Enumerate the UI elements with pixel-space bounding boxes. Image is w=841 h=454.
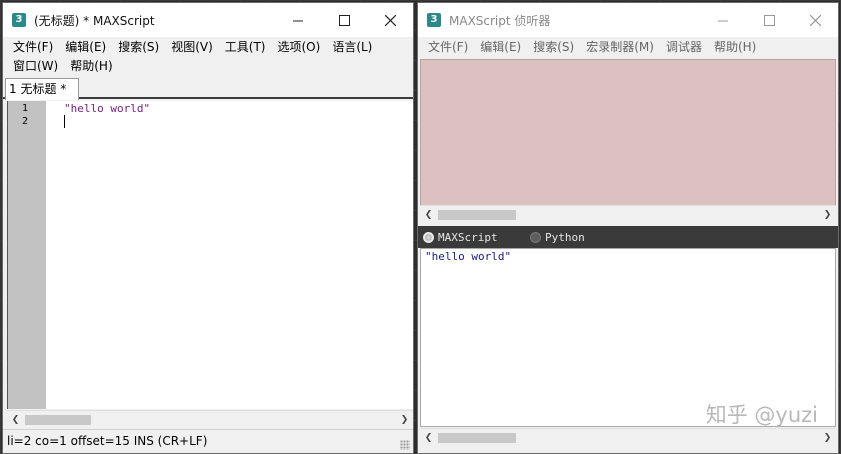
editor-horizontal-scrollbar[interactable]: ❮ ❯ <box>7 410 413 427</box>
maxscript-editor-window: 3 (无标题) * MAXScript 文件(F) 编辑(E) 搜索(S) 视图… <box>2 2 414 454</box>
scroll-thumb[interactable] <box>25 415 91 425</box>
text-caret <box>64 115 65 128</box>
minimize-icon <box>717 20 728 21</box>
scroll-right-arrow-icon[interactable]: ❯ <box>819 206 836 223</box>
editor-menubar: 文件(F) 编辑(E) 搜索(S) 视图(V) 工具(T) 选项(O) 语言(L… <box>3 37 413 75</box>
maximize-icon <box>338 14 350 26</box>
scroll-left-arrow-icon[interactable]: ❮ <box>7 411 24 428</box>
editor-title: (无标题) * MAXScript <box>34 13 155 28</box>
listener-menubar: 文件(F) 编辑(E) 搜索(S) 宏录制器(M) 调试器 帮助(H) <box>418 37 838 57</box>
menu-debugger[interactable]: 调试器 <box>660 37 708 57</box>
menu-search[interactable]: 搜索(S) <box>527 37 580 57</box>
minimize-icon <box>292 20 303 21</box>
close-icon <box>809 14 821 26</box>
line-number-gutter: 1 2 <box>8 101 46 409</box>
line-number: 1 <box>21 103 28 114</box>
minimize-button[interactable] <box>700 3 746 37</box>
editor-statusbar: li=2 co=1 offset=15 INS (CR+LF) <box>3 429 413 453</box>
maximize-icon <box>763 14 775 26</box>
maximize-button[interactable] <box>746 3 792 37</box>
watermark: 知乎 @yuzi <box>705 403 818 427</box>
maxscript-radio-label[interactable]: MAXScript <box>438 231 526 244</box>
scroll-left-arrow-icon[interactable]: ❮ <box>420 429 437 446</box>
language-selector: MAXScript Python <box>418 226 838 248</box>
scroll-thumb[interactable] <box>438 210 516 220</box>
editor-tabstrip: 1 无标题 * <box>3 77 413 100</box>
menu-options[interactable]: 选项(O) <box>272 37 327 56</box>
maxscript-app-icon: 3 <box>427 13 441 27</box>
close-button[interactable] <box>792 3 838 37</box>
output-horizontal-scrollbar[interactable]: ❮ ❯ <box>420 428 836 445</box>
menu-file[interactable]: 文件(F) <box>422 37 474 57</box>
menu-edit[interactable]: 编辑(E) <box>474 37 527 57</box>
close-icon <box>384 14 396 26</box>
code-line: "hello world" <box>64 102 151 115</box>
macro-horizontal-scrollbar[interactable]: ❮ ❯ <box>420 205 836 222</box>
scroll-right-arrow-icon[interactable]: ❯ <box>396 411 413 428</box>
menu-search[interactable]: 搜索(S) <box>112 37 165 56</box>
maximize-button[interactable] <box>321 3 367 37</box>
status-text: li=2 co=1 offset=15 INS (CR+LF) <box>7 434 208 448</box>
macro-recorder-pane[interactable] <box>420 59 836 207</box>
line-number: 2 <box>21 116 28 127</box>
listener-titlebar[interactable]: 3 MAXScript 侦听器 <box>418 3 838 37</box>
scroll-left-arrow-icon[interactable]: ❮ <box>420 206 437 223</box>
editor-titlebar[interactable]: 3 (无标题) * MAXScript <box>3 3 413 37</box>
python-radio[interactable] <box>530 231 541 243</box>
menu-tools[interactable]: 工具(T) <box>219 37 272 56</box>
scroll-thumb[interactable] <box>438 433 516 443</box>
menu-help[interactable]: 帮助(H) <box>64 56 118 75</box>
scroll-right-arrow-icon[interactable]: ❯ <box>819 429 836 446</box>
menu-edit[interactable]: 编辑(E) <box>59 37 112 56</box>
python-radio-label[interactable]: Python <box>545 231 585 244</box>
listener-title: MAXScript 侦听器 <box>449 13 551 28</box>
resize-grip-icon[interactable] <box>400 440 410 450</box>
maxscript-app-icon: 3 <box>12 13 26 27</box>
menu-help[interactable]: 帮助(H) <box>708 37 762 57</box>
tab-untitled[interactable]: 1 无标题 * <box>5 78 79 100</box>
maxscript-listener-window: 3 MAXScript 侦听器 文件(F) 编辑(E) 搜索(S) 宏录制器(M… <box>417 2 839 454</box>
menu-view[interactable]: 视图(V) <box>165 37 219 56</box>
code-editor[interactable]: 1 2 "hello world" <box>7 101 413 409</box>
menu-language[interactable]: 语言(L) <box>326 37 378 56</box>
close-button[interactable] <box>367 3 413 37</box>
menu-file[interactable]: 文件(F) <box>7 37 59 56</box>
maxscript-radio[interactable] <box>423 231 434 243</box>
minimize-button[interactable] <box>275 3 321 37</box>
menu-window[interactable]: 窗口(W) <box>7 56 64 75</box>
output-line: "hello world" <box>425 250 512 263</box>
menu-macro-recorder[interactable]: 宏录制器(M) <box>580 37 660 57</box>
